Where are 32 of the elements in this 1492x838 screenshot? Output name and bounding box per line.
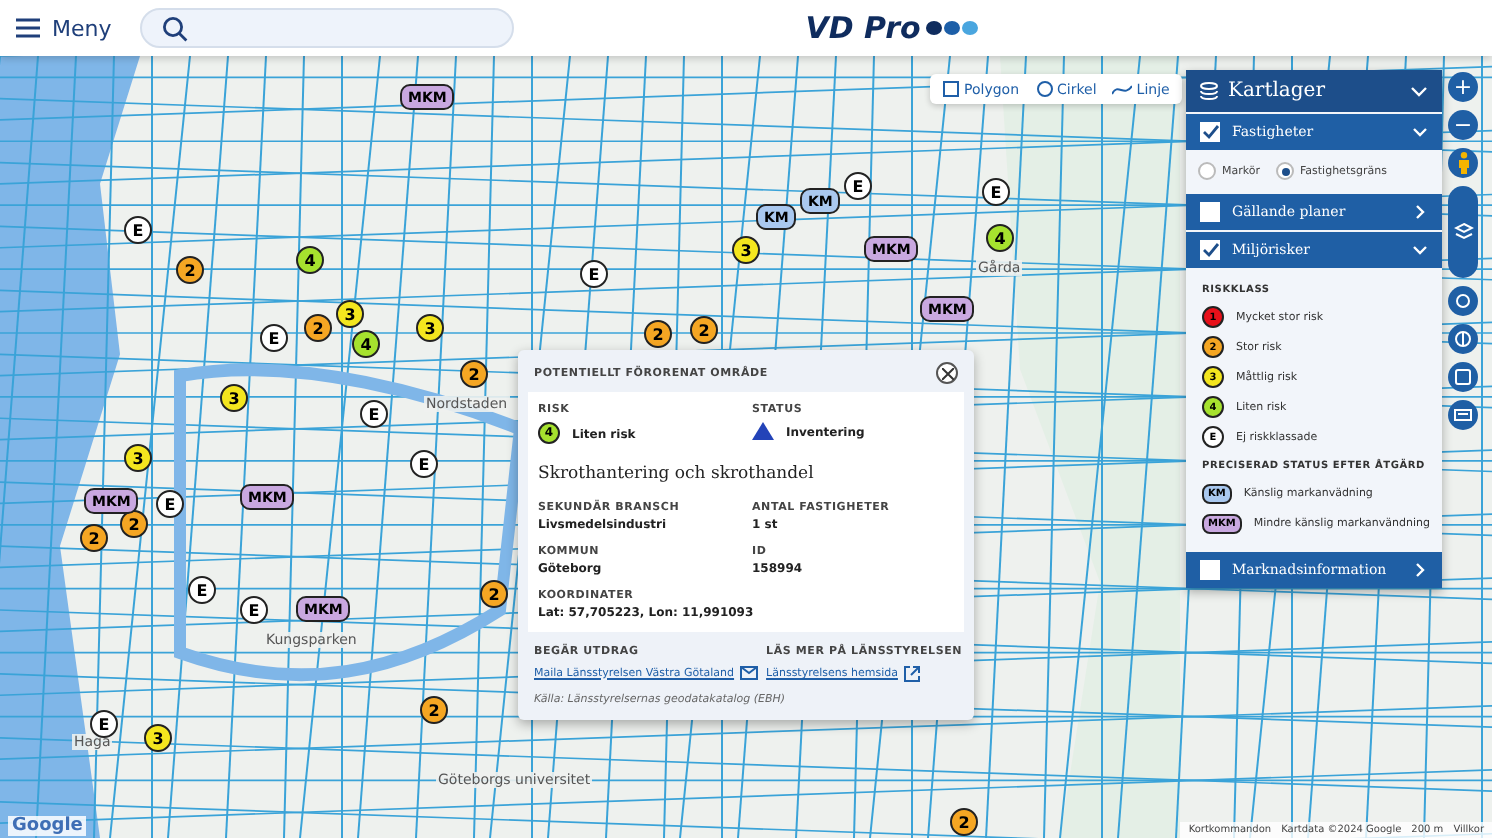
tool-icon [1454,406,1472,424]
checkbox[interactable] [1200,240,1220,260]
logo-text: VD Pro [805,10,921,46]
logo-dots-icon [926,20,979,36]
tool-icon [1454,368,1472,386]
person-icon [1457,152,1469,174]
triangle-icon [752,422,774,440]
tool-icon [1454,292,1472,310]
envelope-icon [740,666,759,680]
close-icon [941,367,953,379]
site-name: Skrothantering och skrothandel [538,464,816,484]
line-icon [1112,81,1133,97]
google-logo-text: Google [8,816,87,836]
circle-icon [1035,80,1054,98]
checkbox[interactable] [1200,122,1220,142]
search-field[interactable] [139,8,514,48]
checkbox[interactable] [1200,560,1220,580]
layers-header[interactable]: Kartlager [1186,70,1442,112]
menu-icon [16,18,40,38]
checkbox[interactable] [1200,202,1220,222]
radio-button[interactable] [1198,162,1216,180]
tool-icon [1454,330,1472,348]
external-link-icon [903,666,920,682]
layers-icon [1200,82,1218,100]
radio-button[interactable] [1276,162,1294,180]
map-type-button[interactable] [1448,186,1478,278]
polygon-icon [942,80,960,98]
search-icon [161,15,188,41]
menu-button[interactable]: Meny [16,15,112,41]
panel-title: Kartlager [1228,80,1327,102]
close-button[interactable] [936,362,958,384]
layers-icon [1453,222,1473,242]
